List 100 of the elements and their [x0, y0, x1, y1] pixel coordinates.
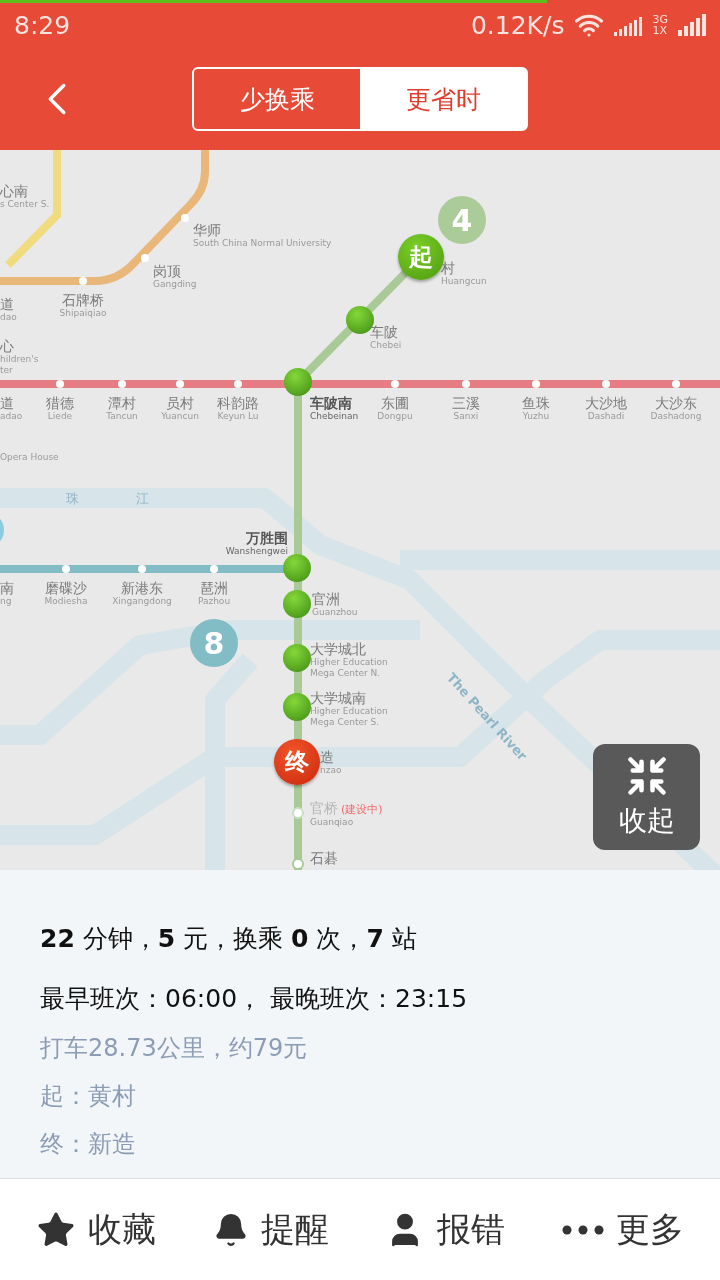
station-english-name: Shipaiqiao — [59, 308, 107, 319]
station-english-name: Xingangdong — [112, 596, 172, 607]
station-english-name: Pazhou — [197, 596, 231, 607]
action-button[interactable]: 更多 — [561, 1206, 684, 1253]
station-name: 东圃 — [381, 395, 409, 411]
more-icon — [561, 1224, 604, 1235]
trip-detail: 起：黄村 — [40, 1081, 137, 1112]
station-dot — [141, 254, 149, 262]
river-label: 珠 — [66, 490, 79, 508]
station-english-name: dao — [0, 312, 17, 323]
station-english-name: Higher Education — [310, 657, 388, 668]
signal-icon — [678, 14, 706, 36]
station-dot — [138, 565, 146, 573]
station-dot — [462, 380, 470, 388]
station-dot — [181, 214, 189, 222]
signal-icon — [614, 14, 643, 36]
station-dot — [532, 380, 540, 388]
station-english-name: Huangcun — [441, 276, 487, 287]
station-name: 南 — [0, 580, 14, 596]
station-english-name: s Center S. — [0, 199, 50, 210]
station-name: 新港东 — [121, 580, 163, 596]
station-name: 万胜围 — [246, 530, 288, 546]
station-english-name: Dashadong — [650, 411, 702, 422]
collapse-button[interactable]: 收起 — [593, 744, 700, 850]
station-english-name: Gangding — [153, 279, 197, 290]
station-name: 石碁 — [310, 850, 338, 866]
network-type: 3G — [652, 14, 668, 25]
route-station-dot — [283, 590, 311, 618]
station-english-name: nzao — [320, 765, 342, 776]
station-name: 大学城北 — [310, 641, 366, 657]
station-name: 华师 — [193, 222, 221, 238]
action-button[interactable]: 收藏 — [36, 1206, 157, 1253]
station-dot — [602, 380, 610, 388]
station-name: 车陂 — [370, 324, 398, 340]
station-name: 三溪 — [452, 395, 480, 411]
station-name: 心南 — [0, 183, 28, 199]
station-status: (建设中) — [341, 802, 383, 817]
line-number-badge: 8 — [190, 619, 238, 667]
station-name: 造 — [320, 749, 334, 765]
station-name: 大学城南 — [310, 690, 366, 706]
station-english-name: hildren's — [0, 354, 39, 365]
station-name: 道 — [0, 296, 14, 312]
station-name: 磨碟沙 — [45, 580, 87, 596]
station-english-name: Opera House — [0, 452, 59, 463]
clock-time: 8:29 — [14, 10, 72, 40]
action-button[interactable]: 提醒 — [212, 1206, 329, 1253]
station-english-name: Dongpu — [377, 411, 413, 422]
station-english-name: Chebei — [370, 340, 402, 351]
station-name: 科韵路 — [217, 395, 259, 411]
station-english-name: Modiesha — [44, 596, 88, 607]
station-english-name: Chebeinan — [310, 411, 359, 422]
station-english-name: Yuancun — [161, 411, 199, 422]
end-marker: 终 — [274, 739, 320, 785]
station-dot — [62, 565, 70, 573]
planned-station-dot — [292, 807, 304, 819]
station-dot — [118, 380, 126, 388]
route-tab[interactable]: 少换乘 — [194, 69, 360, 129]
station-english-name: ter — [0, 365, 13, 376]
route-station-dot — [283, 644, 311, 672]
station-english-name: Wanshengwei — [225, 546, 288, 557]
station-name: 心 — [0, 338, 14, 354]
station-name: 大沙地 — [585, 395, 627, 411]
station-name: 大沙东 — [655, 395, 697, 411]
network-speed: 0.12K/s — [470, 10, 565, 40]
station-english-name: Yuzhu — [522, 411, 550, 422]
station-english-name: South China Normal University — [193, 238, 332, 249]
station-dot — [210, 565, 218, 573]
trip-detail: 终：新造 — [40, 1129, 137, 1160]
station-dot — [56, 380, 64, 388]
station-dot — [79, 277, 87, 285]
station-dot — [176, 380, 184, 388]
station-english-name: adao — [0, 411, 23, 422]
route-station-dot — [283, 554, 311, 582]
station-english-name: Guanqiao — [310, 817, 354, 828]
station-english-name: Guanzhou — [312, 607, 358, 618]
station-english-name: Dashadi — [587, 411, 625, 422]
station-english-name: ng — [0, 596, 12, 607]
station-name: 车陂南 — [310, 395, 352, 411]
trip-detail: 打车28.73公里，约79元 — [40, 1033, 309, 1064]
service-hours: 最早班次：06:00， 最晚班次：23:15 — [40, 983, 469, 1015]
station-name: 潭村 — [108, 395, 136, 411]
station-english-name: Mega Center N. — [310, 668, 381, 679]
station-english-name: Liede — [47, 411, 73, 422]
station-name: 岗顶 — [153, 263, 181, 279]
trip-summary: 22 分钟，5 元，换乘 0 次，7 站 — [40, 923, 418, 955]
line-number-badge: 4 — [438, 196, 486, 244]
station-dot — [391, 380, 399, 388]
station-dot — [234, 380, 242, 388]
station-name: 石牌桥 — [62, 292, 104, 308]
network-type: 1X — [652, 25, 668, 36]
station-name: 官洲 — [312, 591, 340, 607]
action-button[interactable]: 报错 — [385, 1206, 506, 1253]
route-station-dot — [284, 368, 312, 396]
station-english-name: Higher Education — [310, 706, 388, 717]
station-name: 猎德 — [46, 395, 74, 411]
station-english-name: Sanxi — [453, 411, 479, 422]
station-english-name: Keyun Lu — [217, 411, 259, 422]
station-name: 鱼珠 — [522, 395, 550, 411]
station-name: 村 — [441, 260, 455, 276]
station-name: 琶洲 — [200, 580, 228, 596]
